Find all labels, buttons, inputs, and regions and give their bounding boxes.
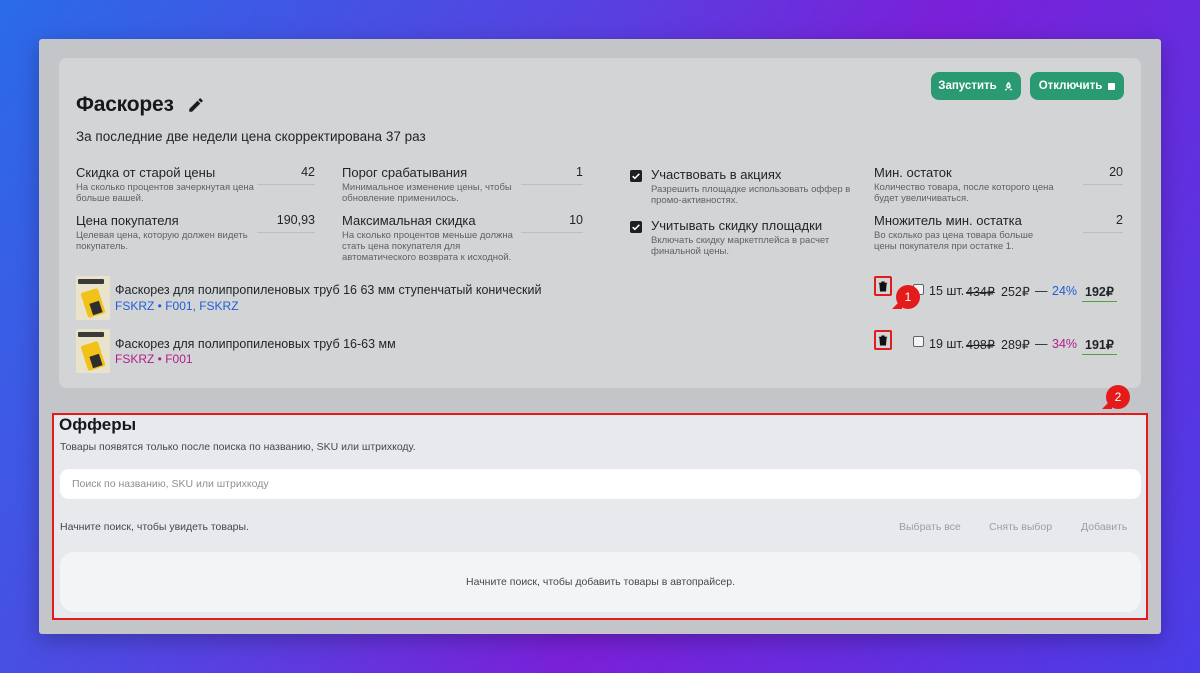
threshold-input[interactable]: 1 [521, 165, 583, 185]
discount-percent: 24% [1052, 284, 1078, 298]
buyer-price-input[interactable]: 190,93 [257, 213, 315, 233]
empty-state-message: Начните поиск, чтобы добавить товары в а… [466, 576, 735, 588]
product-qty: 19 шт. [929, 337, 965, 351]
param-threshold: Порог срабатывания Минимальное изменение… [342, 165, 517, 204]
min-stock-input[interactable]: 20 [1083, 165, 1123, 185]
min-stock-multiplier-input[interactable]: 2 [1083, 213, 1123, 233]
param-label: Порог срабатывания [342, 165, 468, 180]
start-button-label: Запустить [938, 80, 997, 92]
delete-product-button[interactable] [874, 330, 892, 350]
param-label: Скидка от старой цены [76, 165, 216, 180]
checkmark-icon [632, 173, 640, 180]
param-hint: Во сколько раз цена товара больше цены п… [874, 230, 1034, 252]
param-hint: Минимальное изменение цены, чтобы обновл… [342, 182, 512, 204]
annotation-badge-1: 1 [896, 285, 920, 309]
rocket-icon [1004, 81, 1012, 91]
param-min-stock: Мин. остаток Количество товара, после ко… [874, 165, 1054, 204]
stop-icon [1108, 82, 1116, 90]
product-qty: 15 шт. [929, 284, 965, 298]
thumbnail-label-band [78, 332, 104, 337]
param-label: Учитывать скидку площадки [651, 218, 823, 233]
product-thumbnail [76, 329, 110, 373]
stop-button-label: Отключить [1038, 80, 1103, 92]
marketplace-discount-checkbox[interactable] [630, 221, 642, 233]
price-dash: — [1035, 284, 1048, 298]
param-label: Мин. остаток [874, 165, 952, 180]
offers-search-input[interactable] [60, 469, 1141, 499]
product-sku: FSKRZ • F001, FSKRZ [115, 299, 239, 313]
thumbnail-label-band [78, 279, 104, 284]
old-price: 434₽ [966, 285, 995, 299]
old-price: 498₽ [966, 338, 995, 352]
product-sku: FSKRZ • F001 [115, 352, 193, 366]
delete-product-button[interactable] [874, 276, 892, 296]
trash-icon [878, 281, 888, 291]
product-name: Фаскорез для полипропиленовых труб 16 63… [115, 283, 542, 297]
offers-title: Офферы [59, 415, 137, 434]
param-hint: На сколько процентов меньше должна стать… [342, 230, 513, 263]
param-min-stock-multiplier: Множитель мин. остатка Во сколько раз це… [874, 213, 1054, 252]
param-hint: Целевая цена, которую должен видеть поку… [76, 230, 248, 252]
select-all-button[interactable]: Выбрать все [899, 521, 961, 533]
checkmark-icon [632, 224, 640, 231]
final-price[interactable]: 191₽ [1082, 337, 1117, 355]
current-price: 289₽ [1001, 338, 1030, 352]
price-dash: — [1035, 337, 1048, 351]
promo-checkbox[interactable] [630, 170, 642, 182]
param-marketplace-discount: Учитывать скидку площадки Включать скидк… [651, 218, 851, 257]
param-label: Максимальная скидка [342, 213, 476, 228]
product-checkbox[interactable] [913, 336, 924, 347]
param-buyer-price: Цена покупателя Целевая цена, которую до… [76, 213, 256, 252]
start-button[interactable]: Запустить [931, 72, 1021, 100]
offers-panel: Офферы Товары появятся только после поис… [52, 413, 1148, 620]
annotation-badge-2: 2 [1106, 385, 1130, 409]
final-price[interactable]: 192₽ [1082, 284, 1117, 302]
param-label: Участвовать в акциях [651, 167, 782, 182]
param-max-discount: Максимальная скидка На сколько процентов… [342, 213, 517, 263]
param-label: Цена покупателя [76, 213, 179, 228]
price-adjust-summary: За последние две недели цена скорректиро… [76, 129, 426, 144]
param-old-price-discount: Скидка от старой цены На сколько процент… [76, 165, 256, 204]
param-hint: Разрешить площадке использовать оффер в … [651, 184, 851, 206]
old-price-discount-input[interactable]: 42 [257, 165, 315, 185]
param-hint: На сколько процентов зачеркнутая цена бо… [76, 182, 254, 204]
product-thumbnail [76, 276, 110, 320]
param-promo: Участвовать в акциях Разрешить площадке … [651, 167, 851, 206]
param-label: Множитель мин. остатка [874, 213, 1022, 228]
offers-description: Товары появятся только после поиска по н… [60, 441, 416, 453]
param-hint: Включать скидку маркетплейса в расчет фи… [651, 235, 830, 257]
discount-percent: 34% [1052, 337, 1078, 351]
add-offers-button[interactable]: Добавить [1081, 521, 1127, 533]
search-start-hint: Начните поиск, чтобы увидеть товары. [60, 521, 249, 533]
clear-selection-button[interactable]: Снять выбор [989, 521, 1052, 533]
page-title: Фаскорез [76, 93, 174, 116]
current-price: 252₽ [1001, 285, 1030, 299]
param-hint: Количество товара, после которого цена б… [874, 182, 1054, 204]
max-discount-input[interactable]: 10 [521, 213, 583, 233]
stop-button[interactable]: Отключить [1030, 72, 1124, 100]
trash-icon [878, 335, 888, 345]
offers-empty-state: Начните поиск, чтобы добавить товары в а… [60, 552, 1141, 612]
pencil-icon[interactable] [187, 96, 205, 114]
product-settings-card: Фаскорез За последние две недели цена ск… [59, 58, 1141, 388]
product-name: Фаскорез для полипропиленовых труб 16-63… [115, 337, 396, 351]
